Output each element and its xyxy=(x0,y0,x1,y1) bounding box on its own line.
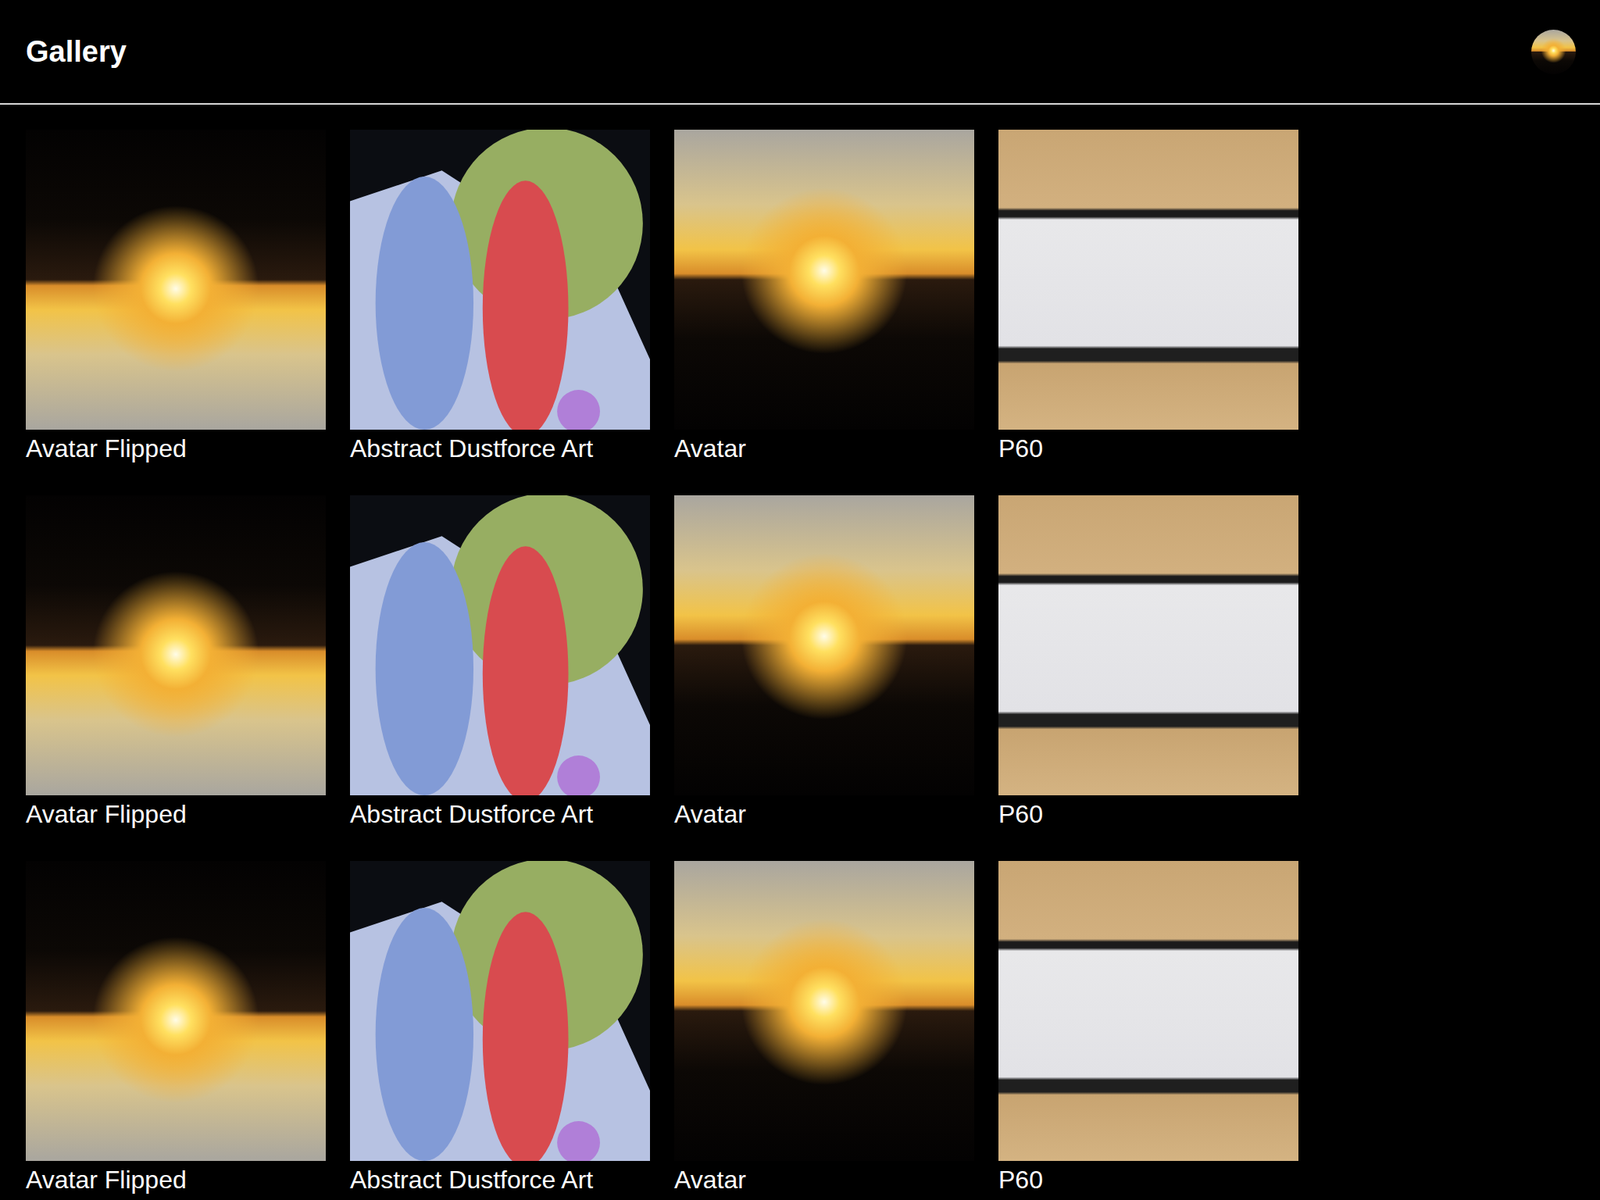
gallery-item[interactable]: Abstract Dustforce Art xyxy=(350,495,650,830)
gallery-item[interactable]: Abstract Dustforce Art xyxy=(350,860,650,1196)
keyboard-image xyxy=(998,860,1299,1161)
gallery-item[interactable]: Avatar Flipped xyxy=(25,860,326,1196)
gallery-caption: Avatar Flipped xyxy=(25,1164,326,1196)
avatar-flipped-image xyxy=(25,495,326,796)
avatar-image xyxy=(674,129,975,430)
avatar-image xyxy=(674,495,975,796)
gallery-caption: Avatar xyxy=(674,1164,975,1196)
avatar-flipped-image xyxy=(25,860,326,1161)
gallery-item[interactable]: Abstract Dustforce Art xyxy=(350,129,650,465)
keyboard-image xyxy=(998,129,1299,430)
gallery-caption: Avatar xyxy=(674,432,975,465)
avatar-image xyxy=(1531,29,1576,75)
user-avatar[interactable] xyxy=(1531,29,1576,75)
page-title: Gallery xyxy=(25,32,127,71)
gallery-caption: Abstract Dustforce Art xyxy=(350,1164,650,1196)
gallery-caption: Avatar xyxy=(674,798,975,830)
keyboard-image xyxy=(998,495,1299,796)
avatar-flipped-image xyxy=(25,129,326,430)
abstract-art-image xyxy=(350,129,650,430)
gallery-caption: Abstract Dustforce Art xyxy=(350,798,650,830)
avatar-image xyxy=(674,860,975,1161)
gallery-caption: Abstract Dustforce Art xyxy=(350,432,650,465)
gallery-item[interactable]: P60 xyxy=(998,495,1299,830)
abstract-art-image xyxy=(350,860,650,1161)
gallery-caption: P60 xyxy=(998,432,1299,465)
gallery-caption: P60 xyxy=(998,1164,1299,1196)
gallery-caption: Avatar Flipped xyxy=(25,432,326,465)
gallery-page: Gallery Avatar Flipped Abstract Dustforce … xyxy=(0,0,1600,1200)
header: Gallery xyxy=(0,0,1600,105)
gallery-caption: Avatar Flipped xyxy=(25,798,326,830)
gallery-item[interactable]: Avatar xyxy=(674,129,975,465)
gallery-item[interactable]: Avatar Flipped xyxy=(25,129,326,465)
gallery-item[interactable]: P60 xyxy=(998,860,1299,1196)
gallery-grid: Avatar Flipped Abstract Dustforce Art Avat… xyxy=(0,104,1600,1196)
gallery-caption: P60 xyxy=(998,798,1299,830)
gallery-item[interactable]: Avatar xyxy=(674,495,975,830)
gallery-item[interactable]: Avatar Flipped xyxy=(25,495,326,830)
gallery-item[interactable]: P60 xyxy=(998,129,1299,465)
gallery-item[interactable]: Avatar xyxy=(674,860,975,1196)
abstract-art-image xyxy=(350,495,650,796)
